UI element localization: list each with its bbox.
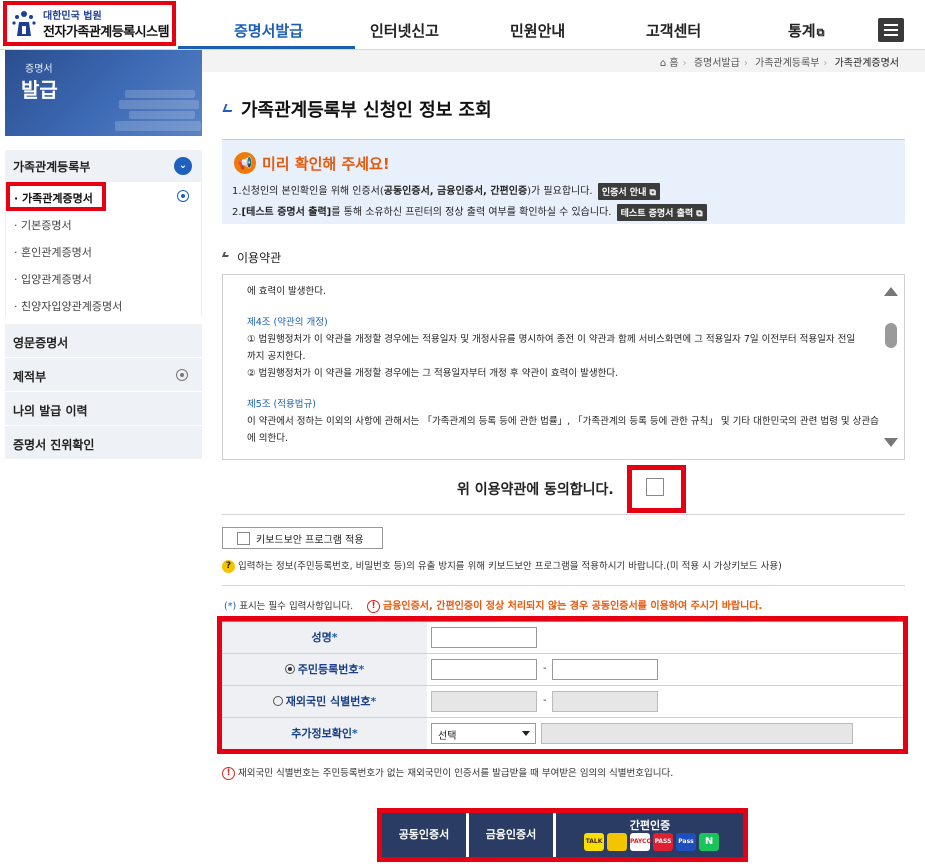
terms-text: 에 의한다.	[247, 433, 288, 444]
scroll-up-arrow-icon[interactable]	[884, 287, 898, 296]
selected-circle-icon	[177, 190, 189, 202]
lnb-item-family-relation-cert[interactable]: · 가족관계증명서	[6, 182, 201, 211]
section-mark-icon	[222, 252, 230, 257]
terms-text: ① 법원행정처가 이 약관을 개정할 경우에는 적용일자 및 개정사유를 명시하…	[247, 334, 856, 345]
home-icon[interactable]: ⌂	[660, 58, 666, 69]
scroll-down-arrow-icon[interactable]	[884, 438, 898, 447]
nav-statistics-label: 통계	[788, 22, 816, 40]
terms-article-title: 제4조 (약관의 개정)	[247, 317, 328, 328]
terms-text: 이 약관에서 정하는 이외의 사항에 관해서는 「가족관계의 등록 등에 관한 …	[247, 416, 879, 427]
notice-title: 미리 확인해 주세요!	[262, 155, 390, 173]
logo[interactable]: 대한민국 법원 전자가족관계등록시스템	[3, 1, 176, 46]
left-navigation: 가족관계등록부 ⌄ · 가족관계증명서 · 기본증명서 · 혼인관계증명서 · …	[5, 150, 202, 459]
keyboard-info: ? 입력하는 정보(주민등록번호, 비밀번호 등)의 유출 방지를 위해 키보드보…	[222, 558, 782, 573]
lnb-section-family-register[interactable]: 가족관계등록부 ⌄	[5, 150, 202, 182]
required-note: (*) 표시는 필수 입력사항입니다.	[224, 601, 354, 612]
nav-internet-report[interactable]: 인터넷신고	[370, 20, 439, 41]
nav-active-indicator	[178, 46, 355, 49]
highlight-box	[377, 808, 748, 862]
nav-customer-center[interactable]: 고객센터	[646, 20, 701, 41]
divider	[222, 585, 905, 586]
hamburger-line	[884, 29, 898, 31]
logo-title: 전자가족관계등록시스템	[43, 25, 170, 40]
breadcrumb-level2[interactable]: 가족관계등록부	[755, 58, 819, 69]
lnb-item-marriage-cert[interactable]: · 혼인관계증명서	[6, 236, 201, 263]
lnb-item-adoption-cert[interactable]: · 입양관계증명서	[6, 263, 201, 290]
foreign-id-footnote: ! 재외국민 식별번호는 주민등록번호가 없는 재외국민이 인증서를 발급받을 때…	[222, 765, 673, 780]
lnb-removed-register[interactable]: 제적부	[5, 357, 202, 391]
banner-line1: 증명서	[25, 64, 53, 75]
circle-icon	[176, 369, 188, 381]
logo-subtitle: 대한민국 법원	[43, 11, 102, 22]
court-emblem-icon	[12, 11, 36, 36]
warning-icon: !	[222, 767, 235, 780]
terms-text: ② 법원행정처가 이 약관을 개정할 경우에는 그 적용일자부터 개정 후 약관…	[247, 368, 619, 379]
nav-certificate-issue[interactable]: 증명서발급	[234, 20, 303, 41]
notice-line-1: 1.신청인의 본인확인을 위해 인증서(공동인증서, 금융인증서, 간편인증)가…	[232, 182, 660, 200]
keyboard-security-label: 키보드보안 프로그램 적용	[256, 535, 364, 546]
highlight-box	[217, 616, 908, 754]
books-illustration	[115, 80, 202, 136]
lnb-cert-verify[interactable]: 증명서 진위확인	[5, 425, 202, 459]
warning-icon: !	[367, 599, 380, 613]
question-icon: ?	[222, 560, 235, 573]
breadcrumb-level1[interactable]: 증명서발급	[694, 58, 740, 69]
lnb-sub-list: · 가족관계증명서 · 기본증명서 · 혼인관계증명서 · 입양관계증명서 · …	[5, 182, 202, 317]
nav-statistics[interactable]: 통계⧉	[788, 20, 824, 41]
megaphone-icon: 📢	[234, 152, 256, 174]
breadcrumb-bar: ⌂ 홈 › 증명서발급 › 가족관계등록부 › 가족관계증명서	[202, 50, 925, 72]
breadcrumb-current: 가족관계증명서	[834, 58, 899, 69]
terms-article-title: 제5조 (적용법규)	[247, 399, 316, 410]
chevron-down-icon[interactable]: ⌄	[174, 157, 192, 175]
warning-note: ! 금융인증서, 간편인증이 정상 처리되지 않는 경우 공동인증서를 이용하여 …	[367, 597, 762, 613]
hamburger-line	[884, 24, 898, 26]
header: 대한민국 법원 전자가족관계등록시스템 증명서발급 인터넷신고 민원안내 고객센…	[0, 0, 925, 50]
title-mark-icon	[222, 104, 235, 112]
keyboard-security-toggle[interactable]: 키보드보안 프로그램 적용	[222, 527, 383, 549]
agree-checkbox[interactable]	[646, 478, 664, 496]
side-banner: 증명서 발급	[5, 50, 202, 136]
terms-content: 에 효력이 발생한다. 제4조 (약관의 개정) ① 법원행정처가 이 약관을 …	[247, 283, 879, 447]
terms-text: 에 효력이 발생한다.	[247, 286, 326, 297]
hamburger-menu-button[interactable]	[878, 18, 904, 42]
highlight-box	[6, 182, 106, 211]
nav-civil-guide[interactable]: 민원안내	[510, 20, 565, 41]
page-title: 가족관계등록부 신청인 정보 조회	[241, 100, 492, 121]
divider	[222, 514, 905, 515]
notice-line-2: 2.[테스트 증명서 출력]를 통해 소유하신 프린터의 정상 출력 여부를 확…	[232, 203, 707, 221]
test-cert-print-button[interactable]: 테스트 증명서 출력 ⧉	[616, 203, 707, 221]
terms-text: 까지 공지한다.	[247, 351, 306, 362]
lnb-item-full-adoption-cert[interactable]: · 친양자입양관계증명서	[6, 290, 201, 317]
scrollbar-thumb[interactable]	[885, 323, 897, 348]
cert-guide-button[interactable]: 인증서 안내 ⧉	[597, 182, 660, 200]
lnb-item-label: 제적부	[13, 370, 47, 384]
keyboard-security-checkbox[interactable]	[237, 532, 250, 545]
lnb-item-basic-cert[interactable]: · 기본증명서	[6, 209, 201, 236]
banner-line2: 발급	[21, 78, 58, 102]
lnb-section-label: 가족관계등록부	[13, 160, 91, 174]
agree-label: 위 이용약관에 동의합니다.	[457, 482, 614, 498]
lnb-english-cert[interactable]: 영문증명서	[5, 323, 202, 357]
terms-section-title: 이용약관	[237, 251, 282, 265]
lnb-my-issue-history[interactable]: 나의 발급 이력	[5, 391, 202, 425]
hamburger-line	[884, 34, 898, 36]
notice-box: 📢 미리 확인해 주세요! 1.신청인의 본인확인을 위해 인증서(공동인증서,…	[222, 139, 905, 224]
breadcrumb: ⌂ 홈 › 증명서발급 › 가족관계등록부 › 가족관계증명서	[659, 58, 899, 69]
breadcrumb-home[interactable]: 홈	[669, 58, 678, 69]
external-link-icon: ⧉	[816, 26, 825, 39]
terms-scroll-box[interactable]: 에 효력이 발생한다. 제4조 (약관의 개정) ① 법원행정처가 이 약관을 …	[222, 274, 905, 460]
